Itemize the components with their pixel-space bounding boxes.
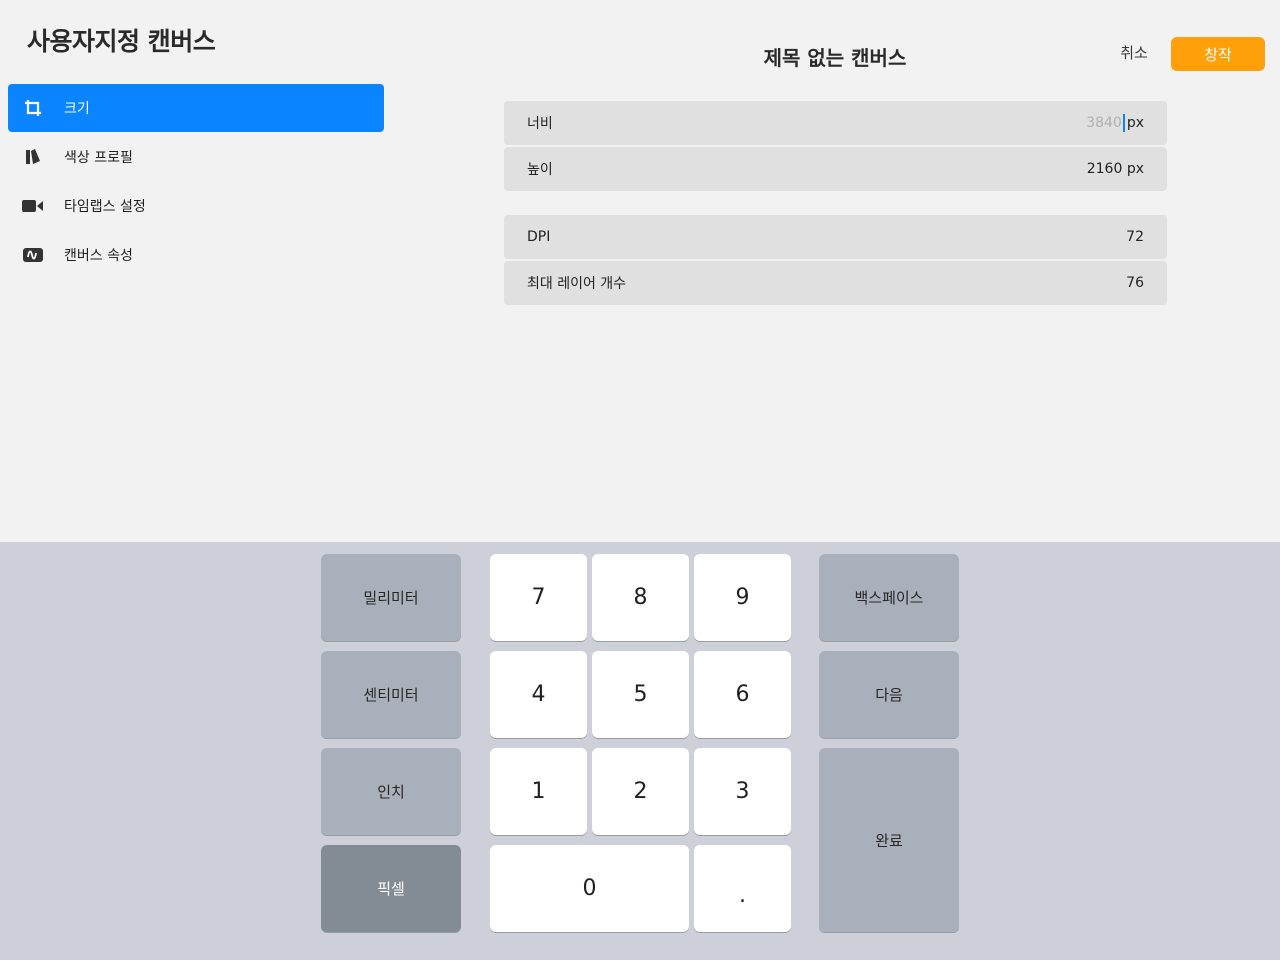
- canvas-settings-panel: 사용자지정 캔버스 크기 색상 프로필 타임랩스 설정 캔버스 속성 제목 없는…: [0, 0, 1280, 542]
- unit-centimeter-key[interactable]: 센티미터: [321, 651, 461, 738]
- width-field[interactable]: 너비 3840 px: [504, 101, 1167, 145]
- video-camera-icon: [21, 194, 45, 218]
- canvas-properties-icon: [21, 243, 45, 267]
- done-key[interactable]: 완료: [819, 748, 959, 932]
- sidebar-item-label: 크기: [64, 101, 90, 117]
- sidebar-item-size[interactable]: 크기: [8, 84, 384, 132]
- unit-millimeter-key[interactable]: 밀리미터: [321, 554, 461, 641]
- digit-2-key[interactable]: 2: [592, 748, 689, 835]
- numeric-keypad: 밀리미터 센티미터 인치 픽셀 7 8 9 4 5 6 1 2 3 0 . 백스…: [0, 542, 1280, 960]
- digit-8-key[interactable]: 8: [592, 554, 689, 641]
- digit-5-key[interactable]: 5: [592, 651, 689, 738]
- digit-1-key[interactable]: 1: [490, 748, 587, 835]
- digit-6-key[interactable]: 6: [694, 651, 791, 738]
- width-label: 너비: [527, 116, 553, 132]
- height-label: 높이: [527, 162, 553, 178]
- unit-inch-key[interactable]: 인치: [321, 748, 461, 835]
- sidebar-item-canvas-properties[interactable]: 캔버스 속성: [8, 231, 384, 279]
- height-field[interactable]: 높이 2160 px: [504, 147, 1167, 191]
- decimal-point-label: .: [739, 883, 746, 908]
- max-layers-label: 최대 레이어 개수: [527, 276, 627, 292]
- unit-pixel-key[interactable]: 픽셀: [321, 845, 461, 932]
- max-layers-field[interactable]: 최대 레이어 개수 76: [504, 261, 1167, 305]
- decimal-point-key[interactable]: .: [694, 845, 791, 932]
- cancel-button[interactable]: 취소: [1112, 42, 1156, 63]
- create-button[interactable]: 창작: [1171, 37, 1265, 71]
- digit-3-key[interactable]: 3: [694, 748, 791, 835]
- crop-icon: [21, 96, 45, 120]
- digit-7-key[interactable]: 7: [490, 554, 587, 641]
- next-key[interactable]: 다음: [819, 651, 959, 738]
- sidebar-item-color-profile[interactable]: 색상 프로필: [8, 133, 384, 181]
- dpi-field[interactable]: DPI 72: [504, 215, 1167, 259]
- backspace-key[interactable]: 백스페이스: [819, 554, 959, 641]
- text-caret: [1122, 114, 1125, 132]
- height-value: 2160 px: [1086, 161, 1144, 177]
- sidebar-item-label: 캔버스 속성: [64, 248, 133, 264]
- sidebar-item-timelapse[interactable]: 타임랩스 설정: [8, 182, 384, 230]
- dpi-value: 72: [1126, 229, 1144, 245]
- digit-0-key[interactable]: 0: [490, 845, 689, 932]
- max-layers-value: 76: [1126, 275, 1144, 291]
- width-unit: px: [1126, 115, 1144, 131]
- dpi-label: DPI: [527, 229, 551, 245]
- digit-4-key[interactable]: 4: [490, 651, 587, 738]
- digit-9-key[interactable]: 9: [694, 554, 791, 641]
- sidebar-item-label: 색상 프로필: [64, 150, 133, 166]
- width-input[interactable]: 3840: [1086, 115, 1122, 131]
- color-swatch-icon: [21, 145, 45, 169]
- canvas-title: 제목 없는 캔버스: [763, 46, 907, 70]
- sidebar-item-label: 타임랩스 설정: [64, 199, 146, 215]
